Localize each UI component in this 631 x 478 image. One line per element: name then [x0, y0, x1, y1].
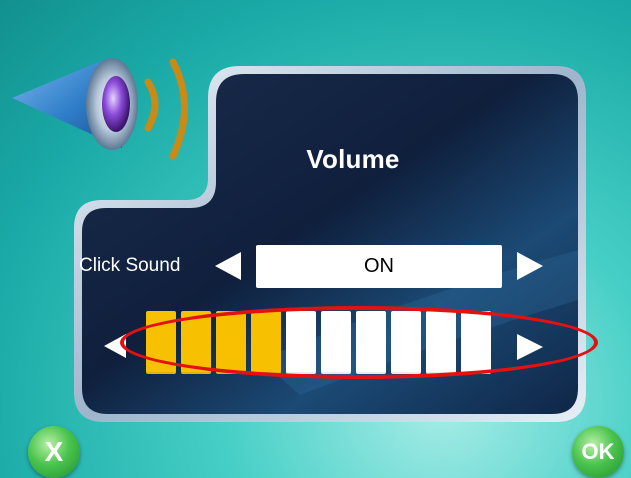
volume-segment[interactable]: [286, 311, 316, 374]
volume-segment[interactable]: [426, 311, 456, 374]
volume-level-bar[interactable]: [146, 311, 491, 374]
volume-segment[interactable]: [146, 311, 176, 374]
volume-segment[interactable]: [461, 311, 491, 374]
volume-segment[interactable]: [216, 311, 246, 374]
volume-segment[interactable]: [251, 311, 281, 374]
click-sound-value: ON: [256, 245, 502, 288]
dialog-title: Volume: [306, 144, 400, 174]
close-icon: X: [44, 436, 64, 467]
click-sound-prev-arrow-icon[interactable]: [213, 250, 243, 282]
volume-increase-arrow-icon[interactable]: [515, 332, 545, 362]
ok-button[interactable]: OK: [572, 426, 624, 478]
volume-segment[interactable]: [321, 311, 351, 374]
cancel-button[interactable]: X: [28, 426, 80, 478]
ok-button-label: OK: [581, 439, 615, 464]
volume-segment[interactable]: [356, 311, 386, 374]
speaker-icon: [12, 58, 188, 160]
click-sound-label: Click Sound: [79, 255, 181, 276]
click-sound-next-arrow-icon[interactable]: [515, 250, 545, 282]
volume-settings-screen: Volume Click Sound ON X OK: [0, 0, 631, 478]
volume-segment[interactable]: [181, 311, 211, 374]
volume-segment[interactable]: [391, 311, 421, 374]
volume-decrease-arrow-icon[interactable]: [102, 332, 128, 360]
